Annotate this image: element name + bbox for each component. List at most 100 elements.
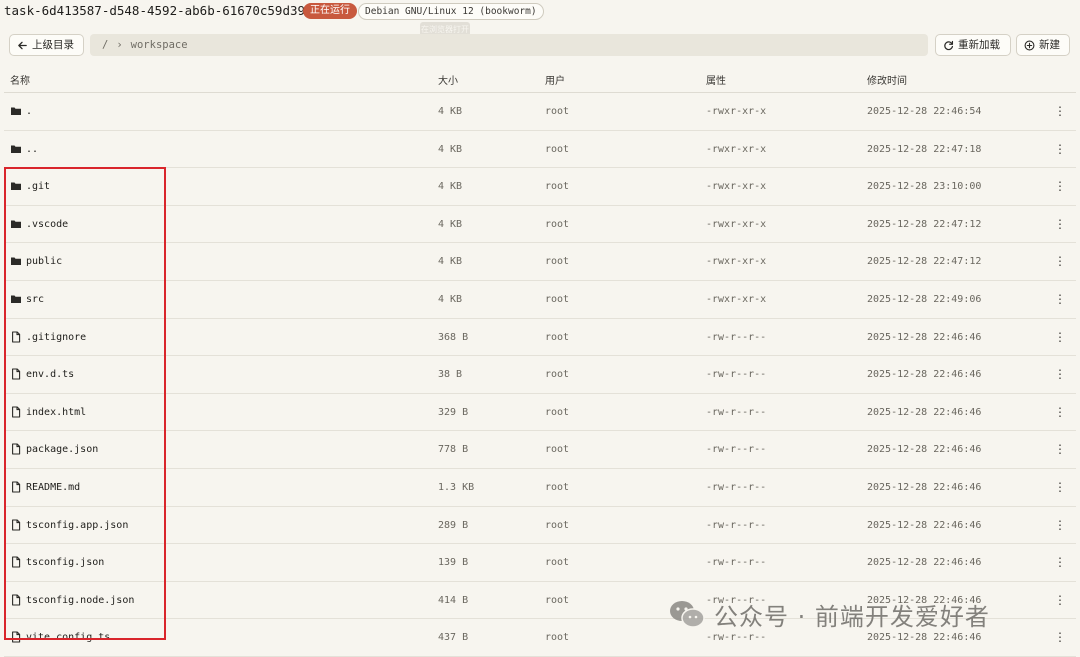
file-modified: 2025-12-28 22:47:12 (867, 218, 982, 230)
file-size: 4 KB (438, 293, 463, 305)
table-row[interactable]: src 4 KB root -rwxr-xr-x 2025-12-28 22:49:06… (4, 281, 1076, 319)
file-size: 4 KB (438, 256, 463, 268)
column-header-user[interactable]: 用户 (545, 72, 565, 87)
file-name[interactable]: env.d.ts (26, 369, 74, 380)
file-user: root (545, 594, 570, 606)
table-row[interactable]: index.html 329 B root -rw-r--r-- 2025-12-28 … (4, 394, 1076, 432)
file-permissions: -rwxr-xr-x (706, 181, 767, 193)
file-name[interactable]: src (26, 294, 44, 305)
table-row[interactable]: .vscode 4 KB root -rwxr-xr-x 2025-12-28 22:4… (4, 206, 1076, 244)
toolbar: 上级目录 / › workspace 重新加载 新建 (0, 30, 1080, 60)
table-row[interactable]: .gitignore 368 B root -rw-r--r-- 2025-12-28 … (4, 319, 1076, 357)
more-vertical-icon[interactable]: ⋮ (1054, 217, 1066, 231)
wechat-icon (670, 601, 705, 628)
file-size: 437 B (438, 632, 469, 644)
file-size: 4 KB (438, 143, 463, 155)
file-user: root (545, 369, 570, 381)
file-permissions: -rw-r--r-- (706, 444, 767, 456)
more-vertical-icon[interactable]: ⋮ (1054, 142, 1066, 156)
path-breadcrumb[interactable]: / › workspace (90, 34, 928, 56)
file-permissions: -rw-r--r-- (706, 557, 767, 569)
column-header-modified[interactable]: 修改时间 (867, 72, 907, 87)
more-vertical-icon[interactable]: ⋮ (1054, 179, 1066, 193)
more-vertical-icon[interactable]: ⋮ (1054, 254, 1066, 268)
more-vertical-icon[interactable]: ⋮ (1054, 292, 1066, 306)
file-user: root (545, 632, 570, 644)
file-size: 329 B (438, 406, 469, 418)
reload-button[interactable]: 重新加载 (935, 34, 1011, 56)
file-permissions: -rwxr-xr-x (706, 293, 767, 305)
more-vertical-icon[interactable]: ⋮ (1054, 518, 1066, 532)
path-separator: › (116, 39, 123, 51)
file-modified: 2025-12-28 22:46:46 (867, 481, 982, 493)
file-permissions: -rwxr-xr-x (706, 106, 767, 117)
more-vertical-icon[interactable]: ⋮ (1054, 330, 1066, 344)
more-vertical-icon[interactable]: ⋮ (1054, 555, 1066, 569)
column-header-name[interactable]: 名称 (10, 72, 30, 87)
parent-directory-button[interactable]: 上级目录 (9, 34, 84, 56)
file-icon (10, 556, 22, 568)
table-row[interactable]: package.json 778 B root -rw-r--r-- 2025-12-2… (4, 431, 1076, 469)
column-header-attributes[interactable]: 属性 (706, 72, 726, 87)
file-user: root (545, 256, 570, 268)
file-name[interactable]: .gitignore (26, 332, 86, 343)
file-name[interactable]: tsconfig.app.json (26, 520, 128, 531)
table-row[interactable]: public 4 KB root -rwxr-xr-x 2025-12-28 22:47… (4, 243, 1076, 281)
file-name[interactable]: . (26, 106, 32, 117)
file-name[interactable]: tsconfig.json (26, 557, 104, 568)
table-row[interactable]: README.md 1.3 KB root -rw-r--r-- 2025-12-28 … (4, 469, 1076, 507)
file-name[interactable]: .git (26, 181, 50, 192)
file-name[interactable]: tsconfig.node.json (26, 595, 134, 606)
file-user: root (545, 557, 570, 569)
reload-label: 重新加载 (958, 39, 1000, 51)
file-name[interactable]: package.json (26, 444, 98, 455)
file-size: 4 KB (438, 181, 463, 193)
column-header-size[interactable]: 大小 (438, 72, 458, 87)
table-row[interactable]: .. 4 KB root -rwxr-xr-x 2025-12-28 22:47:18 ⋮ (4, 131, 1076, 169)
file-size: 4 KB (438, 218, 463, 230)
file-user: root (545, 106, 570, 117)
more-vertical-icon[interactable]: ⋮ (1054, 480, 1066, 494)
file-name[interactable]: .vscode (26, 219, 68, 230)
watermark: 公众号 · 前端开发爱好者 (668, 596, 990, 632)
file-permissions: -rw-r--r-- (706, 481, 767, 493)
file-modified: 2025-12-28 23:10:00 (867, 181, 982, 193)
path-root[interactable]: / (102, 34, 108, 56)
file-name[interactable]: .. (26, 144, 38, 155)
new-button[interactable]: 新建 (1016, 34, 1070, 56)
more-vertical-icon[interactable]: ⋮ (1054, 104, 1066, 118)
table-row[interactable]: env.d.ts 38 B root -rw-r--r-- 2025-12-28 22:… (4, 356, 1076, 394)
path-segment-workspace[interactable]: workspace (131, 34, 188, 56)
more-vertical-icon[interactable]: ⋮ (1054, 367, 1066, 381)
file-icon (10, 518, 22, 531)
parent-directory-label: 上级目录 (32, 39, 74, 51)
file-user: root (545, 218, 570, 230)
file-modified: 2025-12-28 22:46:54 (867, 106, 982, 117)
file-name[interactable]: index.html (26, 407, 86, 418)
table-row[interactable]: tsconfig.json 139 B root -rw-r--r-- 2025-12-… (4, 544, 1076, 582)
file-name[interactable]: vite.config.ts (26, 632, 110, 643)
folder-icon (10, 293, 22, 305)
file-name[interactable]: README.md (26, 482, 80, 493)
file-modified: 2025-12-28 22:47:18 (867, 143, 982, 155)
more-vertical-icon[interactable]: ⋮ (1054, 442, 1066, 456)
arrow-left-icon (18, 41, 27, 49)
file-user: root (545, 293, 570, 305)
table-body: . 4 KB root -rwxr-xr-x 2025-12-28 22:46:54 ⋮.… (4, 93, 1076, 657)
file-size: 414 B (438, 594, 469, 606)
more-vertical-icon[interactable]: ⋮ (1054, 630, 1066, 644)
file-permissions: -rw-r--r-- (706, 519, 767, 531)
file-user: root (545, 406, 570, 418)
status-badge: 正在运行 (303, 3, 357, 19)
file-name[interactable]: public (26, 256, 62, 267)
table-row[interactable]: .git 4 KB root -rwxr-xr-x 2025-12-28 23:10:0… (4, 168, 1076, 206)
file-icon (10, 406, 22, 418)
file-icon (10, 331, 22, 343)
file-permissions: -rw-r--r-- (706, 369, 767, 381)
file-size: 38 B (438, 369, 463, 381)
file-size: 139 B (438, 557, 469, 569)
more-vertical-icon[interactable]: ⋮ (1054, 405, 1066, 419)
table-row[interactable]: tsconfig.app.json 289 B root -rw-r--r-- 2025… (4, 507, 1076, 545)
more-vertical-icon[interactable]: ⋮ (1054, 593, 1066, 607)
table-row[interactable]: . 4 KB root -rwxr-xr-x 2025-12-28 22:46:54 ⋮ (4, 93, 1076, 131)
